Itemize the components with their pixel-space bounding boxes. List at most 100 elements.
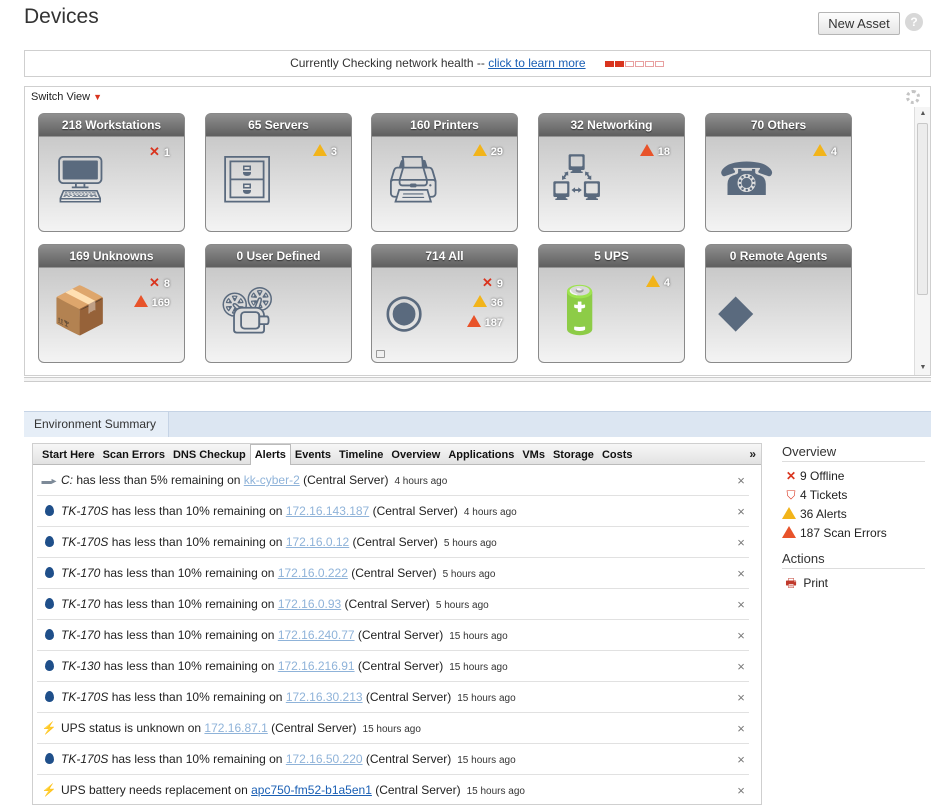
close-icon[interactable]: × [733, 744, 749, 775]
switch-view-dropdown[interactable]: Switch View ▼ [31, 91, 102, 103]
page-title: Devices [24, 5, 99, 28]
tab-events[interactable]: Events [291, 445, 335, 465]
alert-text: UPS battery needs replacement on apc750-… [61, 775, 525, 805]
ticket-shield-icon: ⛉ [786, 488, 796, 502]
alert-item: TK-170S [61, 535, 109, 549]
disk-icon: ▬▸ [39, 465, 59, 497]
actions-heading: Actions [782, 551, 925, 569]
devices-scrollbar[interactable]: ▲ ▼ [914, 107, 930, 375]
alert-item: TK-170S [61, 504, 109, 518]
overview-item-warning[interactable]: 36 Alerts [782, 505, 925, 524]
alert-host-link[interactable]: 172.16.30.213 [286, 690, 363, 704]
close-icon[interactable]: × [733, 682, 749, 713]
unknowns-device-icon: 📦 [51, 284, 109, 336]
warning-icon [782, 505, 800, 524]
tab-applications[interactable]: Applications [444, 445, 518, 465]
alert-host-link[interactable]: apc750-fm52-b1a5en1 [251, 783, 372, 797]
more-tabs-button[interactable]: » [749, 447, 756, 461]
alerts-list: ▬▸ C: has less than 5% remaining on kk-cy… [33, 465, 761, 805]
close-icon[interactable]: × [733, 527, 749, 558]
close-icon[interactable]: × [733, 589, 749, 620]
device-tile-ups[interactable]: 5 UPS 🔋 4 [538, 244, 685, 363]
close-icon[interactable]: × [733, 620, 749, 651]
device-tile-label: 70 Others [750, 118, 807, 132]
scroll-up-arrow-icon[interactable]: ▲ [915, 107, 931, 121]
alert-host-link[interactable]: 172.16.50.220 [286, 752, 363, 766]
switch-view-label: Switch View [31, 91, 91, 103]
device-tile-badges: 4 [812, 144, 837, 164]
tab-vms[interactable]: VMs [518, 445, 549, 465]
device-tile-user-defined[interactable]: 0 User Defined 📽 [205, 244, 352, 363]
tab-timeline[interactable]: Timeline [335, 445, 387, 465]
badge-count: 4 [663, 277, 670, 289]
device-tile-workstations[interactable]: 218 Workstations 🖥 ✕ 1 [38, 113, 185, 232]
overview-item-ticket[interactable]: ⛉ 4 Tickets [782, 486, 925, 505]
alert-time: 5 hours ago [443, 538, 497, 549]
lock-icon [376, 350, 385, 358]
environment-summary-tab[interactable]: Environment Summary [24, 412, 170, 437]
alert-time: 15 hours ago [457, 693, 516, 704]
alert-message: has less than 10% remaining on [100, 659, 278, 673]
device-tile-label: 32 Networking [570, 118, 653, 132]
alert-item: TK-170 [61, 566, 101, 580]
panel-splitter[interactable] [24, 377, 931, 382]
tab-alerts[interactable]: Alerts [249, 444, 291, 465]
alert-host-link[interactable]: 172.16.143.187 [286, 504, 369, 518]
close-icon[interactable]: × [733, 651, 749, 682]
tab-costs[interactable]: Costs [598, 445, 637, 465]
alert-host-link[interactable]: 172.16.87.1 [204, 721, 267, 735]
alert-host-link[interactable]: 172.16.240.77 [278, 628, 355, 642]
alert-source: (Central Server) [362, 752, 452, 766]
alert-host-link[interactable]: 172.16.0.93 [278, 597, 341, 611]
device-tile-all[interactable]: 714 All ◉ ✕ 9 36 187 [371, 244, 518, 363]
overview-item-label: 187 Scan Errors [800, 526, 887, 540]
tab-start-here[interactable]: Start Here [33, 445, 99, 465]
device-tile-remote-agents[interactable]: 0 Remote Agents ◆ [705, 244, 852, 363]
new-asset-button[interactable]: New Asset [818, 12, 900, 35]
print-action[interactable]: 🖶 Print [782, 574, 925, 593]
tab-scan-errors[interactable]: Scan Errors [99, 445, 169, 465]
device-tile-unknowns[interactable]: 169 Unknowns 📦 ✕ 8 169 [38, 244, 185, 363]
device-tile-networking[interactable]: 32 Networking 🖧 18 [538, 113, 685, 232]
overview-item-error[interactable]: 187 Scan Errors [782, 524, 925, 543]
close-icon[interactable]: × [733, 775, 749, 805]
alert-time: 15 hours ago [457, 755, 516, 766]
device-tile-badges: ✕ 8 169 [133, 275, 170, 315]
close-icon[interactable]: × [733, 465, 749, 496]
alert-host-link[interactable]: 172.16.0.222 [278, 566, 348, 580]
tab-overview[interactable]: Overview [387, 445, 444, 465]
alert-message: has less than 10% remaining on [108, 535, 286, 549]
health-meter-segment [614, 61, 624, 68]
close-icon[interactable]: × [733, 496, 749, 527]
alert-item: C: [61, 473, 73, 487]
scroll-down-arrow-icon[interactable]: ▼ [915, 361, 931, 375]
toner-drop-icon [39, 682, 59, 713]
badge-count: 169 [151, 297, 170, 309]
devices-panel: Switch View ▼ ▲ ▼ 218 Workstations 🖥 ✕ 1 65 … [24, 86, 931, 376]
alert-time: 5 hours ago [442, 569, 496, 580]
badge-offline: ✕ 8 [134, 275, 170, 295]
alert-host-link[interactable]: kk-cyber-2 [244, 473, 300, 487]
alert-text: TK-170S has less than 10% remaining on 1… [61, 744, 516, 776]
tab-dns-checkup[interactable]: DNS Checkup [169, 445, 250, 465]
close-icon[interactable]: × [733, 558, 749, 589]
device-tile-label: 0 Remote Agents [729, 249, 828, 263]
device-tile-printers[interactable]: 160 Printers 🖨 29 [371, 113, 518, 232]
alert-text: TK-130 has less than 10% remaining on 17… [61, 651, 508, 683]
tab-storage[interactable]: Storage [549, 445, 598, 465]
learn-more-link[interactable]: click to learn more [488, 56, 585, 70]
gear-icon[interactable] [906, 90, 920, 104]
device-tile-others[interactable]: 70 Others ☎ 4 [705, 113, 852, 232]
overview-item-offline[interactable]: ✕ 9 Offline [782, 467, 925, 486]
alert-row: TK-170 has less than 10% remaining on 17… [37, 589, 749, 620]
alert-host-link[interactable]: 172.16.216.91 [278, 659, 355, 673]
toner-drop-icon [39, 527, 59, 558]
scroll-thumb[interactable] [917, 123, 928, 295]
device-tile-badges: 4 [645, 275, 670, 295]
help-icon[interactable]: ? [905, 13, 923, 31]
alert-host-link[interactable]: 172.16.0.12 [286, 535, 349, 549]
caret-down-icon: ▼ [93, 92, 103, 102]
close-icon[interactable]: × [733, 713, 749, 744]
alert-row: TK-170S has less than 10% remaining on 1… [37, 682, 749, 713]
device-tile-servers[interactable]: 65 Servers 🗄 3 [205, 113, 352, 232]
